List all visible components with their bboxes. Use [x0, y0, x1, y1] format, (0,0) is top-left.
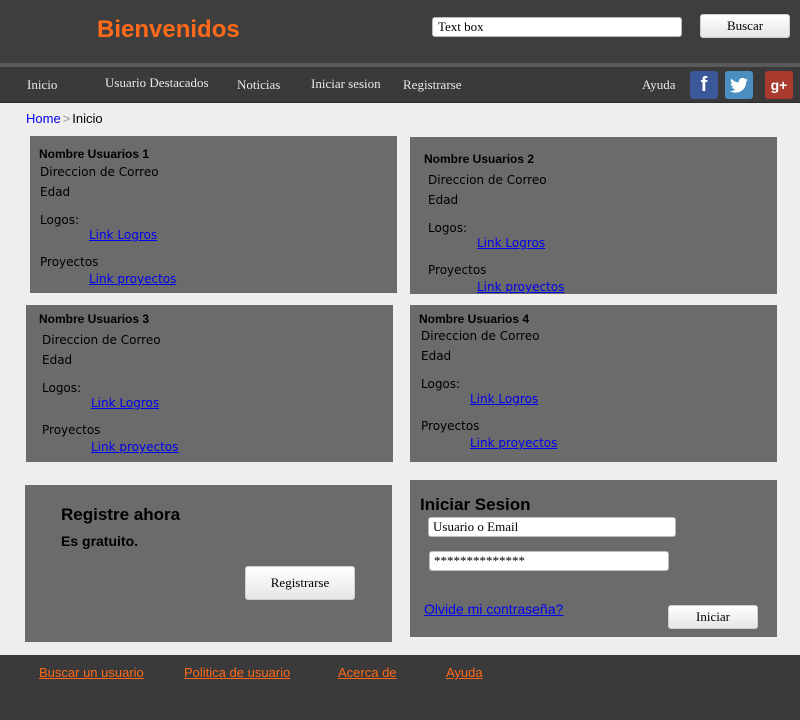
nav-item-inicio[interactable]: Inicio — [27, 77, 57, 93]
nav-item-registrarse[interactable]: Registrarse — [403, 77, 461, 93]
username-input[interactable] — [428, 517, 676, 537]
user-card-4: Nombre Usuarios 4 Direccion de Correo Ed… — [410, 305, 777, 462]
proyectos-link[interactable]: Link proyectos — [477, 280, 564, 294]
logros-label: Logos: — [40, 213, 80, 227]
header: Bienvenidos Buscar — [0, 0, 800, 63]
login-button[interactable]: Iniciar — [668, 605, 758, 629]
twitter-icon[interactable] — [725, 71, 753, 99]
user-card-1: Nombre Usuarios 1 Direccion de Correo Ed… — [30, 136, 397, 293]
logros-link[interactable]: Link Logros — [470, 392, 538, 406]
logros-label: Logos: — [421, 377, 461, 391]
user-email: Direccion de Correo — [40, 165, 159, 179]
nav-item-usuario-destacados[interactable]: Usuario Destacados — [105, 75, 209, 91]
password-input[interactable] — [429, 551, 669, 571]
register-subtitle: Es gratuito. — [61, 533, 139, 549]
proyectos-link[interactable]: Link proyectos — [89, 272, 176, 286]
nav-bar: Inicio Usuario Destacados Noticias Inici… — [0, 67, 800, 103]
proyectos-label: Proyectos — [428, 263, 487, 277]
user-name: Nombre Usuarios 4 — [419, 312, 530, 326]
user-email: Direccion de Correo — [428, 173, 547, 187]
login-title: Iniciar Sesion — [420, 495, 531, 514]
footer-link-buscar-usuario[interactable]: Buscar un usuario — [39, 665, 144, 680]
register-title: Registre ahora — [61, 505, 181, 524]
facebook-icon[interactable]: f — [690, 71, 718, 99]
proyectos-label: Proyectos — [42, 423, 101, 437]
search-input[interactable] — [432, 17, 682, 37]
user-name: Nombre Usuarios 3 — [39, 312, 150, 326]
register-panel: Registre ahora Es gratuito. Registrarse — [25, 485, 392, 642]
user-name: Nombre Usuarios 1 — [39, 147, 150, 161]
user-age: Edad — [42, 353, 73, 367]
googleplus-icon[interactable]: g+ — [765, 71, 793, 99]
user-email: Direccion de Correo — [421, 329, 540, 343]
logros-link[interactable]: Link Logros — [89, 228, 157, 242]
logros-link[interactable]: Link Logros — [91, 396, 159, 410]
proyectos-link[interactable]: Link proyectos — [91, 440, 178, 454]
user-email: Direccion de Correo — [42, 333, 161, 347]
nav-item-noticias[interactable]: Noticias — [237, 77, 280, 93]
proyectos-label: Proyectos — [40, 255, 99, 269]
breadcrumb-current: Inicio — [72, 111, 103, 126]
breadcrumb-separator: > — [62, 111, 71, 126]
user-card-2: Nombre Usuarios 2 Direccion de Correo Ed… — [410, 137, 777, 294]
proyectos-label: Proyectos — [421, 419, 480, 433]
forgot-password-link[interactable]: Olvide mi contraseña? — [424, 601, 563, 617]
footer-link-acerca[interactable]: Acerca de — [338, 665, 397, 680]
logros-label: Logos: — [428, 221, 468, 235]
user-card-3: Nombre Usuarios 3 Direccion de Correo Ed… — [26, 305, 393, 462]
site-title: Bienvenidos — [97, 16, 240, 43]
user-age: Edad — [428, 193, 459, 207]
logros-link[interactable]: Link Logros — [477, 236, 545, 250]
register-button[interactable]: Registrarse — [245, 566, 355, 600]
proyectos-link[interactable]: Link proyectos — [470, 436, 557, 450]
nav-item-ayuda[interactable]: Ayuda — [642, 77, 675, 93]
logros-label: Logos: — [42, 381, 82, 395]
user-age: Edad — [421, 349, 452, 363]
user-age: Edad — [40, 185, 71, 199]
footer-link-ayuda[interactable]: Ayuda — [446, 665, 483, 680]
footer-link-politica[interactable]: Politica de usuario — [184, 665, 290, 680]
search-button[interactable]: Buscar — [700, 14, 790, 38]
twitter-bird-icon — [730, 77, 748, 93]
user-name: Nombre Usuarios 2 — [424, 152, 535, 166]
login-panel: Iniciar Sesion Olvide mi contraseña? Ini… — [410, 480, 777, 637]
footer: Buscar un usuario Politica de usuario Ac… — [0, 655, 800, 720]
breadcrumb-home-link[interactable]: Home — [26, 111, 61, 126]
breadcrumb: Home > Inicio — [26, 111, 103, 126]
nav-item-iniciar-sesion[interactable]: Iniciar sesion — [311, 76, 381, 92]
